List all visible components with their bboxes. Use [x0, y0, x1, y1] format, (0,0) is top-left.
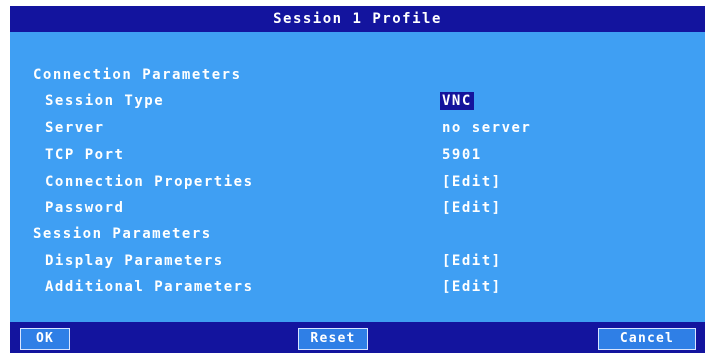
- server-value[interactable]: no server: [442, 119, 531, 137]
- additional-parameters-label: Additional Parameters: [45, 279, 254, 295]
- button-bar: OK Reset Cancel: [10, 322, 705, 353]
- dialog-title: Session 1 Profile: [10, 6, 705, 32]
- connection-properties-label: Connection Properties: [45, 174, 254, 190]
- section-heading-session: Session Parameters: [33, 226, 212, 242]
- tcp-port-label: TCP Port: [45, 147, 125, 163]
- password-edit[interactable]: [Edit]: [442, 199, 502, 217]
- session-type-value[interactable]: VNC: [440, 92, 474, 110]
- password-label: Password: [45, 200, 125, 216]
- section-heading-connection: Connection Parameters: [33, 67, 242, 83]
- server-label: Server: [45, 120, 105, 136]
- reset-button[interactable]: Reset: [298, 328, 368, 350]
- display-parameters-edit[interactable]: [Edit]: [442, 252, 502, 270]
- display-parameters-label: Display Parameters: [45, 253, 224, 269]
- tcp-port-value[interactable]: 5901: [442, 146, 482, 164]
- cancel-button[interactable]: Cancel: [598, 328, 696, 350]
- session-profile-dialog: Session 1 Profile Connection Parameters …: [10, 6, 705, 353]
- session-type-label: Session Type: [45, 93, 165, 109]
- connection-properties-edit[interactable]: [Edit]: [442, 173, 502, 191]
- additional-parameters-edit[interactable]: [Edit]: [442, 278, 502, 296]
- ok-button[interactable]: OK: [20, 328, 70, 350]
